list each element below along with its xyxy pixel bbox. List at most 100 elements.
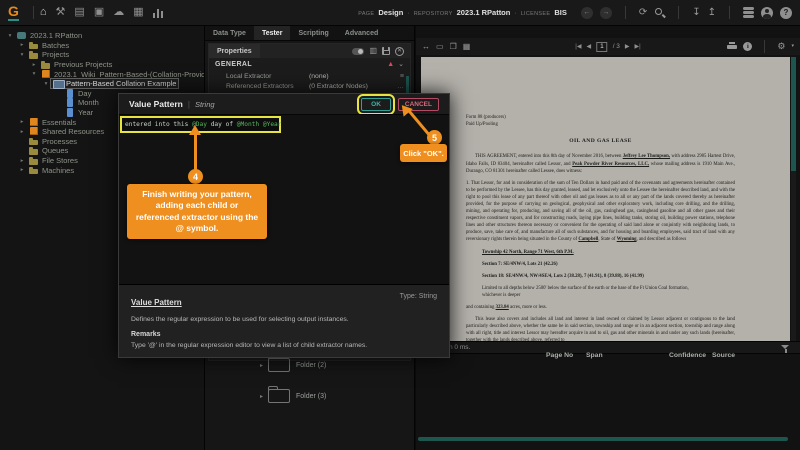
folder-icon — [29, 50, 39, 59]
menu-icon[interactable]: ≡ — [400, 73, 404, 80]
expander-icon[interactable]: ▾ — [6, 33, 14, 39]
expander-icon[interactable]: ▸ — [18, 42, 26, 48]
stats-icon[interactable] — [153, 8, 164, 18]
tab-tester[interactable]: Tester — [254, 26, 291, 40]
more-icon[interactable]: … — [397, 83, 404, 90]
chevron-down-icon[interactable]: ⌄ — [398, 61, 404, 68]
save-icon[interactable] — [382, 47, 390, 55]
property-row-referenced-extractors[interactable]: Referenced Extractors (0 Extractor Nodes… — [209, 81, 410, 91]
context-info: PAGE Design · REPOSITORY 2023.1 RPatton … — [358, 8, 567, 17]
filter-icon[interactable] — [781, 345, 790, 353]
print-icon[interactable] — [727, 42, 737, 51]
toggle-icon[interactable] — [352, 48, 364, 55]
doc-section-line: Section 7: SE/4NW/4, Lots 21 (42.26) — [482, 261, 735, 268]
document-page: Form 88 (producers) Paid Up/Pooling OIL … — [421, 57, 790, 341]
home-icon[interactable]: ⌂ — [40, 7, 47, 18]
expander-icon[interactable]: ▾ — [18, 52, 26, 58]
doc-township-line: Township 42 North, Range 71 West, 6th P.… — [482, 249, 735, 256]
expander-icon[interactable]: ▾ — [42, 81, 50, 87]
expander-icon[interactable]: ▸ — [260, 393, 263, 400]
repository-icon — [17, 31, 27, 40]
help-description: Defines the regular expression to be use… — [131, 316, 437, 323]
doc-paragraph: THIS AGREEMENT, entered into this 8th da… — [466, 153, 735, 174]
jobs-icon[interactable]: ▦ — [133, 7, 143, 18]
close-icon[interactable]: ✕ — [395, 47, 404, 56]
page-total: / 3 — [613, 43, 620, 50]
tab-advanced[interactable]: Advanced — [337, 26, 386, 40]
batches-icon[interactable]: ▤ — [74, 7, 84, 18]
refresh-icon[interactable]: ⟳ — [639, 8, 647, 18]
help-type: Type: String — [400, 293, 437, 300]
fit-page-icon[interactable]: ▭ — [436, 42, 444, 51]
column-header-page-no[interactable]: Page No — [546, 352, 573, 359]
folder-icon — [268, 389, 290, 403]
upload-icon[interactable]: ↥ — [708, 8, 716, 18]
tree-item-pattern-based-collation-example[interactable]: ▾ Pattern-Based Collation Example — [0, 79, 204, 89]
viewer-settings-icon[interactable]: ⚙ — [777, 42, 785, 51]
repository-label: REPOSITORY — [414, 11, 453, 17]
tree-item-batches[interactable]: ▸ Batches — [0, 41, 204, 51]
thumbnails-icon[interactable]: ❐ — [450, 42, 457, 51]
doc-form-line: Paid Up/Pooling — [466, 121, 735, 128]
user-icon[interactable] — [761, 7, 773, 19]
design-icon[interactable]: ⚒ — [56, 7, 66, 18]
callout4-text: Finish writing your pattern, adding each… — [127, 184, 267, 239]
folder-icon — [29, 41, 39, 50]
column-header-confidence[interactable]: Confidence — [669, 352, 706, 359]
help-heading: Value Pattern — [131, 298, 182, 307]
batch-folder-row[interactable]: ▸ Folder (2) — [260, 358, 326, 372]
dialog-title: Value Pattern — [129, 99, 183, 109]
expander-icon[interactable]: ▸ — [18, 158, 26, 164]
viewer-toolbar: ↔ ▭ ❐ ▦ |◀ ◀ 1 / 3 ▶ ▶| i ⚙ ▾ — [416, 38, 800, 55]
doc-form-line: Form 88 (producers) — [466, 114, 735, 121]
tab-data-type[interactable]: Data Type — [205, 26, 254, 40]
tasks-icon[interactable]: ▣ — [94, 7, 104, 18]
status-text: n 0 ms. — [449, 344, 470, 351]
license-value: BIS — [554, 8, 567, 17]
expander-icon[interactable]: ▸ — [18, 119, 26, 125]
image-view-icon[interactable]: ▦ — [463, 42, 471, 51]
info-icon[interactable]: i — [743, 42, 752, 51]
first-page-icon[interactable]: |◀ — [575, 43, 581, 50]
help-icon[interactable]: ? — [780, 7, 792, 19]
folder-icon — [29, 156, 39, 165]
page-number-input[interactable]: 1 — [596, 42, 608, 52]
forward-icon[interactable]: → — [600, 7, 612, 19]
expander-icon[interactable]: ▾ — [30, 71, 38, 77]
expander-icon[interactable]: ▸ — [30, 62, 38, 68]
extractor-icon — [65, 108, 75, 117]
ok-button[interactable]: OK — [361, 98, 391, 111]
column-header-span[interactable]: Span — [586, 352, 603, 359]
callout4-number: 4 — [188, 169, 203, 184]
project-icon — [29, 127, 39, 136]
expander-icon[interactable]: ▸ — [18, 129, 26, 135]
columns-icon[interactable]: ▥ — [369, 47, 377, 55]
doc-section-line: Section 18: SE/4NW/4, NW/4SE/4, Lots 2 (… — [482, 273, 735, 280]
batch-folder-row[interactable]: ▸ Folder (3) — [260, 389, 326, 403]
property-row-local-extractor[interactable]: Local Extractor (none) ≡ — [209, 71, 410, 81]
imports-icon[interactable]: ☁ — [113, 7, 124, 18]
search-icon[interactable] — [654, 7, 665, 18]
page-value[interactable]: Design — [378, 8, 403, 17]
prev-page-icon[interactable]: ◀ — [586, 43, 591, 50]
general-section[interactable]: GENERAL ▲ ⌄ — [209, 58, 410, 71]
callout5-number: 5 — [427, 130, 442, 145]
results-hscrollbar[interactable] — [418, 437, 788, 441]
expander-icon[interactable]: ▸ — [18, 167, 26, 173]
expander-icon[interactable]: ▸ — [260, 362, 263, 369]
back-icon[interactable]: ← — [581, 7, 593, 19]
tab-scripting[interactable]: Scripting — [290, 26, 336, 40]
next-page-icon[interactable]: ▶ — [625, 43, 630, 50]
doc-paragraph: This lease also covers and includes all … — [466, 316, 735, 341]
caret-down-icon[interactable]: ▾ — [791, 44, 794, 49]
properties-tab[interactable]: Properties — [209, 44, 260, 58]
download-icon[interactable]: ↧ — [692, 8, 700, 18]
viewer-scrollbar-track[interactable] — [791, 57, 796, 341]
repository-value[interactable]: 2023.1 RPatton — [457, 8, 511, 17]
last-page-icon[interactable]: ▶| — [635, 43, 641, 50]
fit-width-icon[interactable]: ↔ — [422, 42, 430, 51]
column-header-source[interactable]: Source — [712, 352, 735, 359]
viewer-scrollbar-thumb[interactable] — [791, 57, 796, 171]
database-icon[interactable] — [743, 7, 754, 18]
help-remarks-label: Remarks — [131, 331, 437, 338]
